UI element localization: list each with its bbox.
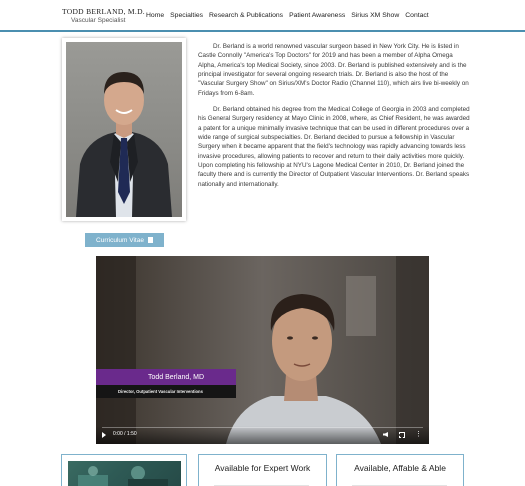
video-player[interactable]: Todd Berland, MD Director, Outpatient Va…	[96, 256, 429, 444]
surgery-room-illustration	[78, 466, 168, 486]
nav-contact[interactable]: Contact	[405, 12, 428, 19]
card-title-affable-able: Available, Affable & Able	[354, 463, 446, 473]
nav-home[interactable]: Home	[146, 12, 164, 19]
volume-icon[interactable]	[383, 432, 388, 437]
logo-name: TODD BERLAND, M.D.	[62, 7, 145, 16]
portrait-frame	[62, 38, 186, 221]
video-frame-illustration	[96, 256, 429, 444]
bio-text: Dr. Berland is a world renowned vascular…	[198, 42, 470, 196]
seek-bar[interactable]	[102, 427, 423, 428]
lower-third-title: Director, Outpatient Vascular Interventi…	[96, 385, 236, 398]
nav-specialties[interactable]: Specialties	[170, 12, 203, 19]
surgery-room-image	[68, 461, 181, 486]
card-title-expert-work: Available for Expert Work	[214, 463, 311, 473]
bio-paragraph-2: Dr. Berland obtained his degree from the…	[198, 106, 470, 188]
more-options-icon[interactable]: ⋮	[415, 431, 422, 438]
main-nav: Home Specialties Research & Publications…	[146, 12, 429, 19]
lower-third-name: Todd Berland, MD	[96, 369, 236, 385]
fullscreen-icon[interactable]	[399, 432, 405, 438]
card-expert-work[interactable]: Available for Expert Work	[198, 454, 327, 486]
cv-button-label: Curriculum Vitae	[96, 236, 144, 244]
site-logo[interactable]: TODD BERLAND, M.D. Vascular Specialist	[62, 7, 145, 24]
nav-research-publications[interactable]: Research & Publications	[209, 12, 283, 19]
card-image[interactable]	[61, 454, 187, 486]
site-header: TODD BERLAND, M.D. Vascular Specialist H…	[0, 0, 525, 32]
play-icon[interactable]	[102, 432, 106, 438]
card-affable-able[interactable]: Available, Affable & Able	[336, 454, 464, 486]
portrait-photo	[66, 42, 182, 217]
curriculum-vitae-button[interactable]: Curriculum Vitae	[85, 233, 164, 247]
portrait-illustration	[76, 72, 172, 217]
video-time: 0:00 / 1:50	[113, 431, 137, 437]
document-icon	[147, 237, 153, 243]
nav-sirius-xm-show[interactable]: Sirius XM Show	[351, 12, 399, 19]
logo-subtitle: Vascular Specialist	[71, 17, 126, 24]
nav-patient-awareness[interactable]: Patient Awareness	[289, 12, 345, 19]
bio-paragraph-1: Dr. Berland is a world renowned vascular…	[198, 43, 469, 97]
video-controls: 0:00 / 1:50 ⋮	[96, 426, 429, 444]
page-content: Curriculum Vitae Dr. Berland is a world …	[0, 34, 525, 486]
